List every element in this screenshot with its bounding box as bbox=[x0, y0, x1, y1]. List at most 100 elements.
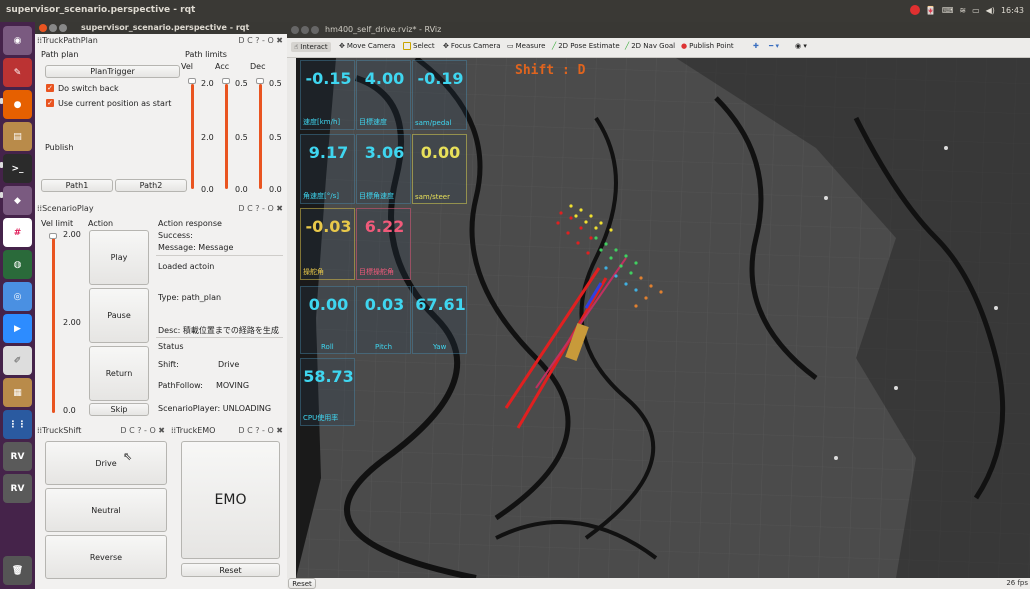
select-tool[interactable]: Select bbox=[403, 42, 435, 50]
hud-angular-velocity: 9.17 角速度[°/s] bbox=[300, 134, 355, 204]
minimize-icon[interactable] bbox=[301, 26, 309, 34]
vel-min-value: 0.0 bbox=[201, 185, 214, 194]
tools-icon[interactable]: ✎ bbox=[3, 58, 32, 87]
skip-button[interactable]: Skip bbox=[89, 403, 149, 416]
minimize-icon[interactable] bbox=[49, 24, 57, 32]
vel-slider-handle[interactable] bbox=[188, 78, 196, 84]
zoom-icon[interactable]: ▶ bbox=[3, 314, 32, 343]
play-button[interactable]: Play bbox=[89, 230, 149, 285]
acc-slider[interactable] bbox=[225, 84, 228, 189]
wifi-icon[interactable]: ≋ bbox=[959, 6, 966, 15]
move-camera-tool[interactable]: ✥ Move Camera bbox=[339, 42, 395, 50]
hud-target-steering-angle: 6.22 目標操舵角 bbox=[356, 208, 411, 280]
rviz-status-bar: Reset 26 fps bbox=[287, 578, 1030, 589]
vel-slider[interactable] bbox=[191, 84, 194, 189]
neutral-button[interactable]: Neutral bbox=[45, 488, 167, 532]
vel-limit-slider-handle[interactable] bbox=[49, 233, 57, 239]
drive-button[interactable]: Drive bbox=[45, 441, 167, 485]
rviz-icon[interactable]: RV bbox=[3, 442, 32, 471]
dec-max-value: 0.5 bbox=[269, 79, 282, 88]
chrome-icon[interactable]: ◎ bbox=[3, 282, 32, 311]
panel-controls[interactable]: D C ? - O ✖ bbox=[120, 426, 165, 435]
measure-tool[interactable]: ▭ Measure bbox=[507, 42, 545, 50]
panel-controls[interactable]: D C ? - O ✖ bbox=[238, 204, 283, 213]
ruler-icon: ▭ bbox=[507, 42, 514, 50]
rviz-3d-view[interactable]: Shift : D -0.15 速度[km/h] 4.00 目標速度 -0.19 sa… bbox=[296, 58, 1030, 578]
active-window-title: supervisor_scenario.perspective - rqt bbox=[6, 5, 196, 15]
input-method-icon[interactable]: 🀄 bbox=[926, 6, 936, 15]
hud-sam-pedal: -0.19 sam/pedal bbox=[412, 60, 467, 130]
battery-icon[interactable]: ▭ bbox=[972, 6, 980, 15]
slack-icon[interactable]: # bbox=[3, 218, 32, 247]
scenario-play-header: ⁞⁞ScenarioPlay D C ? - O ✖ bbox=[37, 204, 283, 213]
settings-icon[interactable]: ◍ bbox=[3, 250, 32, 279]
panel-controls[interactable]: D C ? - O ✖ bbox=[238, 426, 283, 435]
dash-icon[interactable]: ◉ bbox=[3, 26, 32, 55]
status-label: Status bbox=[158, 342, 184, 351]
close-icon[interactable] bbox=[39, 24, 47, 32]
reverse-button[interactable]: Reverse bbox=[45, 535, 167, 579]
focus-camera-tool[interactable]: ✥ Focus Camera bbox=[443, 42, 501, 50]
maximize-icon[interactable] bbox=[311, 26, 319, 34]
pause-button[interactable]: Pause bbox=[89, 288, 149, 343]
shift-status-label: Shift: bbox=[158, 360, 179, 369]
archive-icon[interactable]: ▦ bbox=[3, 378, 32, 407]
action-label: Action bbox=[88, 219, 114, 228]
path2-button[interactable]: Path2 bbox=[115, 179, 187, 192]
acc-slider-handle[interactable] bbox=[222, 78, 230, 84]
acc-mid-value: 0.5 bbox=[235, 133, 248, 142]
firefox-icon[interactable]: ● bbox=[3, 90, 32, 119]
rqt-icon[interactable]: ◆ bbox=[3, 186, 32, 215]
publish-label: Publish bbox=[45, 143, 74, 152]
close-icon[interactable] bbox=[291, 26, 299, 34]
publish-point-tool[interactable]: ● Publish Point bbox=[681, 42, 734, 50]
action-response-label: Action response bbox=[158, 219, 222, 228]
do-switch-back-checkbox[interactable]: ✓ bbox=[46, 84, 54, 92]
apps-grid-icon[interactable]: ⋮⋮ bbox=[3, 410, 32, 439]
rviz-reset-button[interactable]: Reset bbox=[288, 578, 316, 589]
emo-reset-button[interactable]: Reset bbox=[181, 563, 280, 577]
mouse-cursor-icon: ⇖ bbox=[123, 450, 133, 463]
vel-limit-slider[interactable] bbox=[52, 238, 55, 413]
vel-max-value: 2.0 bbox=[201, 79, 214, 88]
select-icon bbox=[403, 42, 411, 50]
dec-slider-handle[interactable] bbox=[256, 78, 264, 84]
path-follow-label: PathFollow: bbox=[158, 381, 203, 390]
return-button[interactable]: Return bbox=[89, 346, 149, 401]
scenario-player-status: ScenarioPlayer: UNLOADING bbox=[158, 404, 272, 413]
truck-shift-header: ⁞⁞TruckShift D C ? - O ✖ bbox=[37, 426, 165, 435]
rqt-window: supervisor_scenario.perspective - rqt ⁞⁞… bbox=[35, 22, 287, 589]
text-editor-icon[interactable]: ✐ bbox=[3, 346, 32, 375]
files-icon[interactable]: ▤ bbox=[3, 122, 32, 151]
vel-slider-label: Vel bbox=[181, 62, 193, 71]
use-current-position-checkbox[interactable]: ✓ bbox=[46, 99, 54, 107]
action-desc-text: Desc: 積載位置までの経路を生成 bbox=[158, 326, 279, 335]
nav-goal-tool[interactable]: ╱ 2D Nav Goal bbox=[625, 42, 675, 50]
add-tool-icon[interactable]: ✚ bbox=[753, 42, 759, 50]
vel-limit-max: 2.00 bbox=[63, 230, 81, 239]
terminal-icon[interactable]: >_ bbox=[3, 154, 32, 183]
interact-tool[interactable]: ☝ Interact bbox=[291, 42, 331, 52]
hud-pitch: 0.03 Pitch bbox=[356, 286, 411, 354]
volume-icon[interactable]: ◀) bbox=[986, 6, 995, 15]
maximize-icon[interactable] bbox=[59, 24, 67, 32]
clock[interactable]: 16:43 bbox=[1001, 6, 1024, 15]
pose-estimate-tool[interactable]: ╱ 2D Pose Estimate bbox=[552, 42, 620, 50]
rviz-toolbar: ☝ Interact ✥ Move Camera Select ✥ Focus Cam… bbox=[287, 38, 1030, 58]
truck-emo-header: ⁞⁞TruckEMO D C ? - O ✖ bbox=[171, 426, 283, 435]
emo-button[interactable]: EMO bbox=[181, 441, 280, 559]
rviz-icon-2[interactable]: RV bbox=[3, 474, 32, 503]
focus-icon: ✥ bbox=[443, 42, 449, 50]
hud-speed: -0.15 速度[km/h] bbox=[300, 60, 355, 130]
dec-slider[interactable] bbox=[259, 84, 262, 189]
remove-tool-icon[interactable]: ━ ▾ bbox=[769, 42, 779, 50]
plan-trigger-button[interactable]: PlanTrigger bbox=[45, 65, 180, 78]
update-icon[interactable] bbox=[909, 5, 920, 15]
path1-button[interactable]: Path1 bbox=[41, 179, 113, 192]
loaded-action-label: Loaded actoin bbox=[158, 262, 215, 271]
view-options-icon[interactable]: ◉ ▾ bbox=[795, 42, 807, 50]
keyboard-icon[interactable]: ⌨ bbox=[942, 6, 954, 15]
panel-controls[interactable]: D C ? - O ✖ bbox=[238, 36, 283, 45]
displays-panel-collapsed[interactable] bbox=[287, 58, 296, 578]
trash-icon[interactable]: 🗑 bbox=[3, 556, 32, 585]
